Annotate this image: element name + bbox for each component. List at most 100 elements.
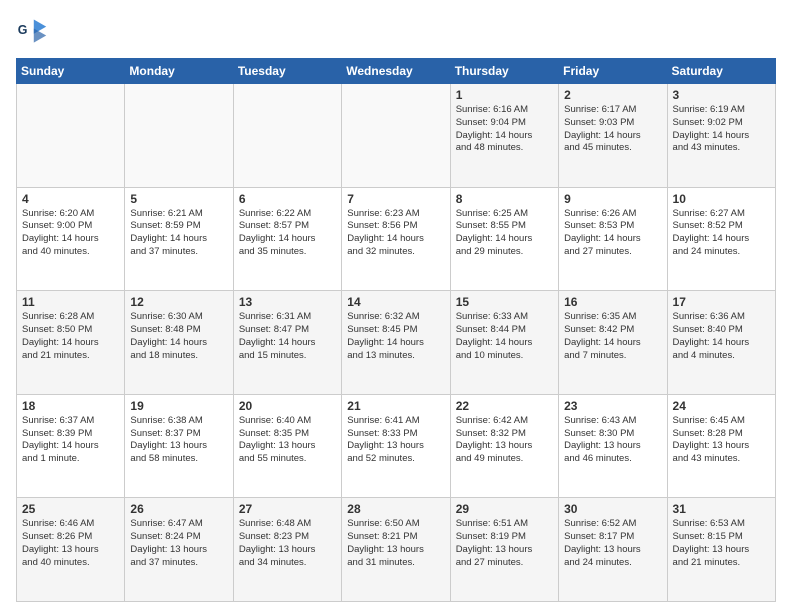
day-number: 9 [564, 192, 661, 206]
calendar-cell: 18 Sunrise: 6:37 AM Sunset: 8:39 PM Dayli… [17, 394, 125, 498]
day-info: Sunrise: 6:28 AM Sunset: 8:50 PM Dayligh… [22, 311, 119, 362]
day-number: 6 [239, 192, 336, 206]
day-info: Sunrise: 6:48 AM Sunset: 8:23 PM Dayligh… [239, 518, 336, 569]
day-info: Sunrise: 6:46 AM Sunset: 8:26 PM Dayligh… [22, 518, 119, 569]
calendar-weekday: Thursday [450, 59, 558, 84]
day-number: 21 [347, 399, 444, 413]
day-number: 1 [456, 88, 553, 102]
day-info: Sunrise: 6:41 AM Sunset: 8:33 PM Dayligh… [347, 415, 444, 466]
calendar-week-row: 18 Sunrise: 6:37 AM Sunset: 8:39 PM Dayli… [17, 394, 776, 498]
day-info: Sunrise: 6:53 AM Sunset: 8:15 PM Dayligh… [673, 518, 770, 569]
calendar-cell [17, 84, 125, 188]
day-number: 31 [673, 502, 770, 516]
day-number: 5 [130, 192, 227, 206]
day-number: 11 [22, 295, 119, 309]
day-info: Sunrise: 6:27 AM Sunset: 8:52 PM Dayligh… [673, 208, 770, 259]
day-info: Sunrise: 6:32 AM Sunset: 8:45 PM Dayligh… [347, 311, 444, 362]
calendar-week-row: 11 Sunrise: 6:28 AM Sunset: 8:50 PM Dayli… [17, 291, 776, 395]
calendar-week-row: 25 Sunrise: 6:46 AM Sunset: 8:26 PM Dayli… [17, 498, 776, 602]
calendar-cell: 6 Sunrise: 6:22 AM Sunset: 8:57 PM Daylig… [233, 187, 341, 291]
calendar-cell: 23 Sunrise: 6:43 AM Sunset: 8:30 PM Dayli… [559, 394, 667, 498]
calendar-cell: 30Sunrise: 6:52 AM Sunset: 8:17 PM Dayli… [559, 498, 667, 602]
day-number: 10 [673, 192, 770, 206]
day-number: 8 [456, 192, 553, 206]
day-number: 26 [130, 502, 227, 516]
calendar-week-row: 4 Sunrise: 6:20 AM Sunset: 9:00 PM Daylig… [17, 187, 776, 291]
day-number: 29 [456, 502, 553, 516]
day-number: 7 [347, 192, 444, 206]
calendar-cell: 14 Sunrise: 6:32 AM Sunset: 8:45 PM Dayli… [342, 291, 450, 395]
day-info: Sunrise: 6:45 AM Sunset: 8:28 PM Dayligh… [673, 415, 770, 466]
day-number: 13 [239, 295, 336, 309]
calendar-cell: 17 Sunrise: 6:36 AM Sunset: 8:40 PM Dayli… [667, 291, 775, 395]
day-info: Sunrise: 6:25 AM Sunset: 8:55 PM Dayligh… [456, 208, 553, 259]
day-number: 14 [347, 295, 444, 309]
day-number: 3 [673, 88, 770, 102]
calendar-cell: 21 Sunrise: 6:41 AM Sunset: 8:33 PM Dayli… [342, 394, 450, 498]
calendar-weekday: Tuesday [233, 59, 341, 84]
calendar-cell: 3Sunrise: 6:19 AM Sunset: 9:02 PM Daylig… [667, 84, 775, 188]
calendar-table: SundayMondayTuesdayWednesdayThursdayFrid… [16, 58, 776, 602]
calendar-cell: 16 Sunrise: 6:35 AM Sunset: 8:42 PM Dayli… [559, 291, 667, 395]
day-number: 22 [456, 399, 553, 413]
calendar-cell: 13 Sunrise: 6:31 AM Sunset: 8:47 PM Dayli… [233, 291, 341, 395]
day-number: 19 [130, 399, 227, 413]
calendar-cell: 4 Sunrise: 6:20 AM Sunset: 9:00 PM Daylig… [17, 187, 125, 291]
svg-text:G: G [18, 23, 28, 37]
calendar-cell: 26Sunrise: 6:47 AM Sunset: 8:24 PM Dayli… [125, 498, 233, 602]
day-info: Sunrise: 6:17 AM Sunset: 9:03 PM Dayligh… [564, 104, 661, 155]
day-info: Sunrise: 6:42 AM Sunset: 8:32 PM Dayligh… [456, 415, 553, 466]
calendar-weekday: Sunday [17, 59, 125, 84]
calendar-cell: 15Sunrise: 6:33 AM Sunset: 8:44 PM Dayli… [450, 291, 558, 395]
calendar-cell: 27 Sunrise: 6:48 AM Sunset: 8:23 PM Dayli… [233, 498, 341, 602]
day-number: 23 [564, 399, 661, 413]
calendar-weekday: Saturday [667, 59, 775, 84]
day-info: Sunrise: 6:23 AM Sunset: 8:56 PM Dayligh… [347, 208, 444, 259]
day-number: 17 [673, 295, 770, 309]
calendar-cell: 12Sunrise: 6:30 AM Sunset: 8:48 PM Dayli… [125, 291, 233, 395]
day-number: 27 [239, 502, 336, 516]
day-info: Sunrise: 6:21 AM Sunset: 8:59 PM Dayligh… [130, 208, 227, 259]
day-info: Sunrise: 6:37 AM Sunset: 8:39 PM Dayligh… [22, 415, 119, 466]
calendar-cell: 20 Sunrise: 6:40 AM Sunset: 8:35 PM Dayli… [233, 394, 341, 498]
calendar-cell [233, 84, 341, 188]
day-info: Sunrise: 6:20 AM Sunset: 9:00 PM Dayligh… [22, 208, 119, 259]
day-number: 2 [564, 88, 661, 102]
day-number: 20 [239, 399, 336, 413]
day-number: 15 [456, 295, 553, 309]
calendar-weekday: Friday [559, 59, 667, 84]
day-info: Sunrise: 6:31 AM Sunset: 8:47 PM Dayligh… [239, 311, 336, 362]
day-info: Sunrise: 6:43 AM Sunset: 8:30 PM Dayligh… [564, 415, 661, 466]
logo-icon: G [16, 16, 48, 48]
day-info: Sunrise: 6:30 AM Sunset: 8:48 PM Dayligh… [130, 311, 227, 362]
calendar-cell: 1Sunrise: 6:16 AM Sunset: 9:04 PM Daylig… [450, 84, 558, 188]
day-number: 24 [673, 399, 770, 413]
day-info: Sunrise: 6:35 AM Sunset: 8:42 PM Dayligh… [564, 311, 661, 362]
day-number: 25 [22, 502, 119, 516]
calendar-cell: 19 Sunrise: 6:38 AM Sunset: 8:37 PM Dayli… [125, 394, 233, 498]
day-info: Sunrise: 6:38 AM Sunset: 8:37 PM Dayligh… [130, 415, 227, 466]
calendar-cell: 8 Sunrise: 6:25 AM Sunset: 8:55 PM Daylig… [450, 187, 558, 291]
calendar-cell [125, 84, 233, 188]
logo: G [16, 16, 52, 48]
day-info: Sunrise: 6:51 AM Sunset: 8:19 PM Dayligh… [456, 518, 553, 569]
calendar-cell: 2 Sunrise: 6:17 AM Sunset: 9:03 PM Daylig… [559, 84, 667, 188]
calendar-cell: 31 Sunrise: 6:53 AM Sunset: 8:15 PM Dayli… [667, 498, 775, 602]
day-info: Sunrise: 6:36 AM Sunset: 8:40 PM Dayligh… [673, 311, 770, 362]
calendar-body: 1Sunrise: 6:16 AM Sunset: 9:04 PM Daylig… [17, 84, 776, 602]
calendar-cell: 28Sunrise: 6:50 AM Sunset: 8:21 PM Dayli… [342, 498, 450, 602]
day-number: 16 [564, 295, 661, 309]
header: G [16, 16, 776, 48]
calendar-cell: 11 Sunrise: 6:28 AM Sunset: 8:50 PM Dayli… [17, 291, 125, 395]
calendar-header-row: SundayMondayTuesdayWednesdayThursdayFrid… [17, 59, 776, 84]
day-info: Sunrise: 6:26 AM Sunset: 8:53 PM Dayligh… [564, 208, 661, 259]
calendar-cell: 22 Sunrise: 6:42 AM Sunset: 8:32 PM Dayli… [450, 394, 558, 498]
calendar-cell: 7 Sunrise: 6:23 AM Sunset: 8:56 PM Daylig… [342, 187, 450, 291]
day-number: 4 [22, 192, 119, 206]
calendar-cell: 10 Sunrise: 6:27 AM Sunset: 8:52 PM Dayli… [667, 187, 775, 291]
day-info: Sunrise: 6:40 AM Sunset: 8:35 PM Dayligh… [239, 415, 336, 466]
day-info: Sunrise: 6:22 AM Sunset: 8:57 PM Dayligh… [239, 208, 336, 259]
calendar-week-row: 1Sunrise: 6:16 AM Sunset: 9:04 PM Daylig… [17, 84, 776, 188]
day-info: Sunrise: 6:52 AM Sunset: 8:17 PM Dayligh… [564, 518, 661, 569]
day-number: 18 [22, 399, 119, 413]
